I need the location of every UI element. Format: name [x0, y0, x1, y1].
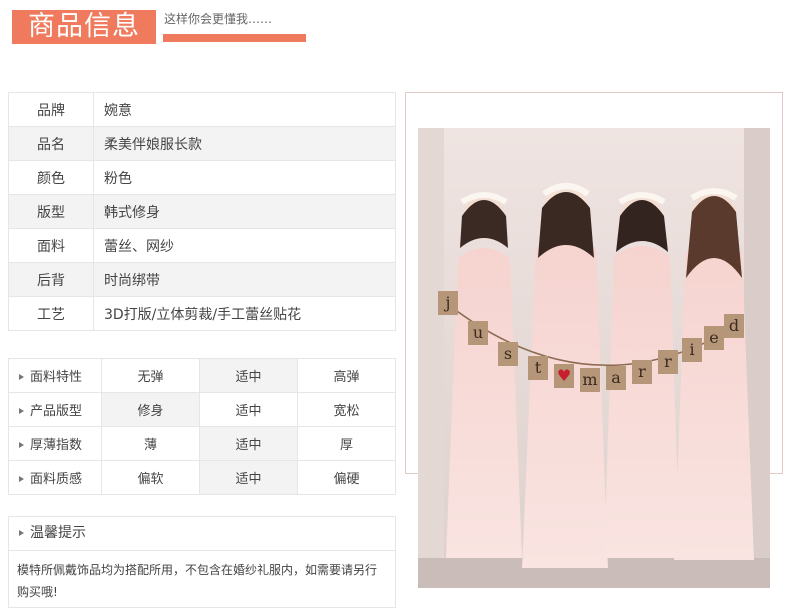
triangle-right-icon — [19, 530, 24, 536]
spec-table: 品牌 婉意 品名 柔美伴娘服长款 颜色 粉色 版型 韩式修身 面料 蕾丝、网纱 … — [8, 92, 396, 331]
section-subtitle: 这样你会更懂我…… — [164, 12, 273, 26]
spec-value: 粉色 — [93, 160, 396, 195]
tip-header: 温馨提示 — [9, 517, 395, 551]
title-underline — [163, 34, 306, 42]
spec-key: 版型 — [8, 194, 94, 229]
attr-option-selected: 适中 — [199, 426, 298, 461]
triangle-right-icon — [19, 374, 24, 380]
spec-key: 面料 — [8, 228, 94, 263]
attr-label-text: 产品版型 — [30, 404, 83, 419]
attr-row-elasticity: 面料特性 无弹 适中 高弹 — [8, 358, 396, 393]
spec-value: 蕾丝、网纱 — [93, 228, 396, 263]
attr-option: 薄 — [101, 426, 200, 461]
attr-option: 偏硬 — [297, 460, 396, 495]
attribute-table: 面料特性 无弹 适中 高弹 产品版型 修身 适中 宽松 厚薄指数 薄 适中 厚 … — [8, 358, 396, 495]
spec-key: 品名 — [8, 126, 94, 161]
spec-row-craft: 工艺 3D打版/立体剪裁/手工蕾丝贴花 — [8, 296, 396, 331]
attr-option: 厚 — [297, 426, 396, 461]
spec-key: 工艺 — [8, 296, 94, 331]
attr-label: 面料质感 — [8, 460, 102, 495]
banner-letter: m — [582, 370, 597, 389]
attr-row-texture: 面料质感 偏软 适中 偏硬 — [8, 460, 396, 495]
banner-letter: u — [473, 323, 483, 342]
spec-row-fabric: 面料 蕾丝、网纱 — [8, 228, 396, 263]
banner-letter: t — [535, 358, 542, 377]
banner-letter: j — [444, 293, 451, 312]
tip-title: 温馨提示 — [30, 525, 86, 541]
attr-option-selected: 适中 — [199, 358, 298, 393]
banner-letter: r — [664, 352, 672, 371]
triangle-right-icon — [19, 476, 24, 482]
spec-row-name: 品名 柔美伴娘服长款 — [8, 126, 396, 161]
spec-row-brand: 品牌 婉意 — [8, 92, 396, 127]
attr-option: 无弹 — [101, 358, 200, 393]
spec-key: 颜色 — [8, 160, 94, 195]
section-title: 商品信息 — [12, 10, 156, 44]
banner-heart: ♥ — [557, 366, 571, 385]
banner-letter: i — [689, 340, 694, 359]
spec-row-color: 颜色 粉色 — [8, 160, 396, 195]
spec-row-fit: 版型 韩式修身 — [8, 194, 396, 229]
triangle-right-icon — [19, 408, 24, 414]
spec-row-back: 后背 时尚绑带 — [8, 262, 396, 297]
attr-label: 面料特性 — [8, 358, 102, 393]
banner-letter: d — [729, 316, 739, 335]
attr-row-fit: 产品版型 修身 适中 宽松 — [8, 392, 396, 427]
attr-option-selected: 适中 — [199, 460, 298, 495]
spec-value: 时尚绑带 — [93, 262, 396, 297]
spec-value: 婉意 — [93, 92, 396, 127]
attr-label: 产品版型 — [8, 392, 102, 427]
bridesmaids-illustration: j u s t ♥ m a r r i e d — [418, 128, 770, 588]
attr-option-selected: 修身 — [101, 392, 200, 427]
attr-label: 厚薄指数 — [8, 426, 102, 461]
spec-value: 柔美伴娘服长款 — [93, 126, 396, 161]
banner-letter: e — [709, 328, 718, 347]
tip-box: 温馨提示 模特所佩戴饰品均为搭配所用，不包含在婚纱礼服内，如需要请另行购买哦! — [8, 516, 396, 608]
banner-letter: s — [504, 344, 512, 363]
attr-label-text: 厚薄指数 — [30, 438, 83, 453]
attr-label-text: 面料特性 — [30, 370, 83, 385]
spec-value: 3D打版/立体剪裁/手工蕾丝贴花 — [93, 296, 396, 331]
spec-value: 韩式修身 — [93, 194, 396, 229]
attr-option: 适中 — [199, 392, 298, 427]
attr-label-text: 面料质感 — [30, 472, 83, 487]
tip-text: 模特所佩戴饰品均为搭配所用，不包含在婚纱礼服内，如需要请另行购买哦! — [17, 563, 378, 599]
attr-option: 偏软 — [101, 460, 200, 495]
triangle-right-icon — [19, 442, 24, 448]
banner-letter: a — [611, 368, 621, 387]
attr-option: 宽松 — [297, 392, 396, 427]
spec-key: 后背 — [8, 262, 94, 297]
spec-key: 品牌 — [8, 92, 94, 127]
banner-letter: r — [638, 362, 646, 381]
attr-row-thickness: 厚薄指数 薄 适中 厚 — [8, 426, 396, 461]
product-photo: j u s t ♥ m a r r i e d — [418, 128, 770, 588]
attr-option: 高弹 — [297, 358, 396, 393]
